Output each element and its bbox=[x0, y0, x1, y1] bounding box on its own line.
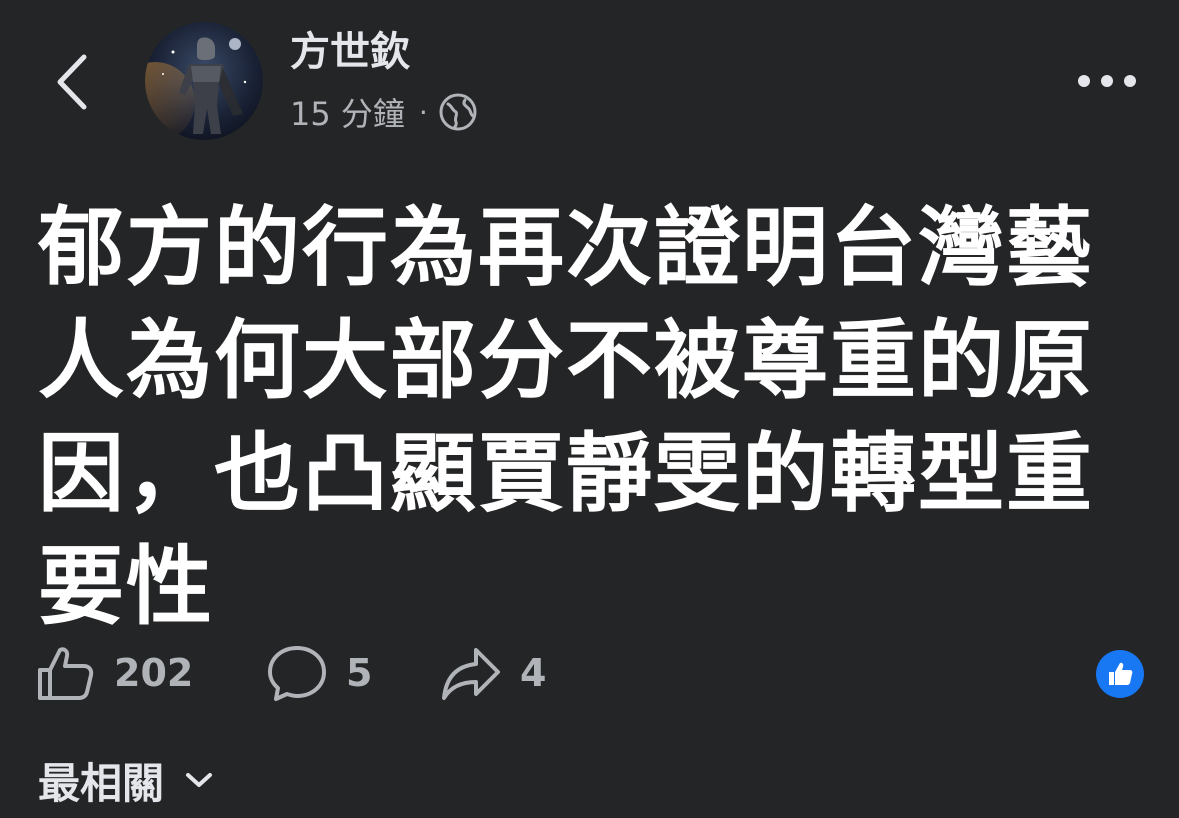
thumbs-up-icon bbox=[38, 647, 94, 700]
back-button[interactable] bbox=[40, 40, 104, 124]
comment-count: 5 bbox=[346, 651, 373, 695]
comment-sort-dropdown[interactable]: 最相關 bbox=[38, 752, 214, 808]
like-count: 202 bbox=[114, 651, 194, 695]
like-reaction-icon[interactable] bbox=[1096, 650, 1144, 698]
post-actions: 202 5 4 bbox=[34, 640, 546, 706]
post-text: 郁方的行為再次證明台灣藝人為何大部分不被尊重的原因，也凸顯賈靜雯的轉型重要性 bbox=[38, 198, 1094, 637]
avatar-image bbox=[145, 22, 263, 140]
post-screen: 方世欽 15 分鐘 · 郁方的行為再次證明台灣藝人為何大部分不被尊重的原因，也凸… bbox=[0, 0, 1179, 818]
comment-icon bbox=[268, 646, 326, 701]
chevron-down-icon bbox=[184, 771, 214, 789]
avatar[interactable] bbox=[145, 22, 263, 140]
share-button[interactable]: 4 bbox=[440, 642, 546, 704]
comment-button[interactable]: 5 bbox=[266, 642, 440, 704]
like-button[interactable]: 202 bbox=[34, 642, 266, 704]
author-name[interactable]: 方世欽 bbox=[290, 30, 410, 74]
post-timestamp[interactable]: 15 分鐘 bbox=[290, 89, 405, 135]
more-options-button[interactable] bbox=[1072, 58, 1142, 104]
meta-separator: · bbox=[418, 95, 428, 129]
more-horizontal-icon bbox=[1078, 75, 1136, 87]
chevron-left-icon bbox=[57, 54, 87, 110]
share-icon bbox=[442, 648, 500, 700]
sort-label: 最相關 bbox=[38, 758, 165, 808]
post-meta: 15 分鐘 · bbox=[290, 88, 478, 136]
share-count: 4 bbox=[520, 651, 547, 695]
globe-icon bbox=[438, 92, 478, 132]
